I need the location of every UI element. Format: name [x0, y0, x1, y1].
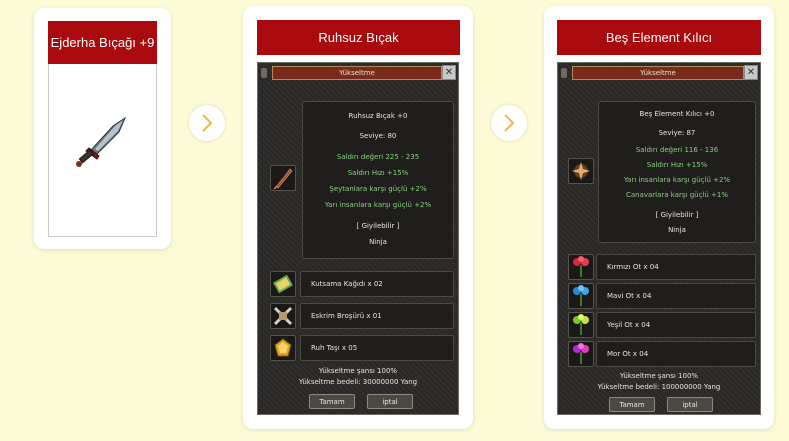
- ok-button[interactable]: Tamam: [609, 397, 655, 412]
- source-item-frame: [48, 64, 157, 237]
- fencing-pamphlet-icon: [273, 306, 293, 326]
- cancel-button[interactable]: iptal: [367, 394, 413, 409]
- material-row: Kırmızı Ot x 04: [596, 254, 756, 280]
- purple-herb-icon: [573, 343, 589, 364]
- item-attack: Saldırı değeri 225 - 235: [336, 153, 420, 161]
- blessing-scroll-icon: [273, 274, 293, 294]
- item-bonus-1: Yarı insanlara karşı güçlü +2%: [623, 176, 731, 184]
- upgrade-window: Yükseltme ✕ Beş Element Kılıcı +0 Seviye…: [557, 62, 761, 415]
- material-row: Mor Ot x 04: [596, 341, 756, 367]
- upgrade-card-bes-element: Beş Element Kılıcı Yükseltme ✕ Beş Eleme…: [544, 6, 774, 429]
- upgrade-card-title: Beş Element Kılıcı: [557, 20, 761, 55]
- red-herb-icon: [573, 256, 589, 277]
- cancel-button[interactable]: iptal: [667, 397, 713, 412]
- item-speed: Saldırı Hızı +15%: [347, 169, 409, 177]
- upgrade-chance: Yükseltme şansı 100%: [619, 372, 699, 380]
- material-slot: [568, 341, 594, 367]
- item-info-box: Ruhsuz Bıçak +0 Seviye: 80 Saldırı değer…: [302, 101, 454, 259]
- material-row: Ruh Taşı x 05: [300, 335, 454, 361]
- pin-icon: [261, 68, 267, 78]
- material-slot: [270, 303, 296, 329]
- result-item-slot: [270, 165, 296, 191]
- item-class: Ninja: [369, 238, 387, 246]
- window-titlebar[interactable]: Yükseltme: [272, 66, 442, 80]
- item-name: Beş Element Kılıcı +0: [639, 110, 715, 118]
- item-class: Ninja: [668, 226, 686, 234]
- upgrade-cost: Yükseltme bedeli: 30000000 Yang: [298, 378, 418, 386]
- item-bonus-1: Şeytanlara karşı güçlü +2%: [329, 185, 427, 193]
- upgrade-window: Yükseltme ✕ Ruhsuz Bıçak +0 Seviye: 80 S…: [257, 62, 459, 415]
- result-item-slot: [568, 158, 594, 184]
- next-step-arrow[interactable]: [491, 105, 527, 141]
- dagger-icon: [76, 116, 127, 167]
- blue-herb-icon: [573, 285, 589, 306]
- item-attack: Saldırı değeri 116 - 136: [635, 146, 719, 154]
- close-button[interactable]: ✕: [442, 65, 456, 80]
- item-wearable: [ Giyilebilir ]: [655, 211, 699, 219]
- material-row: Kutsama Kağıdı x 02: [300, 271, 454, 297]
- material-slot: [568, 254, 594, 280]
- upgrade-card-title: Ruhsuz Bıçak: [257, 20, 460, 55]
- item-info-box: Beş Element Kılıcı +0 Seviye: 87 Saldırı…: [598, 101, 756, 243]
- green-herb-icon: [573, 314, 589, 335]
- chevron-right-icon: [504, 114, 515, 132]
- ok-button[interactable]: Tamam: [309, 394, 355, 409]
- spirit-stone-icon: [274, 338, 292, 357]
- upgrade-card-ruhsuz: Ruhsuz Bıçak Yükseltme ✕ Ruhsuz Bıçak +0…: [243, 6, 473, 429]
- material-slot: [270, 335, 296, 361]
- window-titlebar[interactable]: Yükseltme: [572, 66, 744, 80]
- item-name: Ruhsuz Bıçak +0: [348, 112, 408, 120]
- chevron-right-icon: [202, 114, 213, 132]
- material-slot: [270, 271, 296, 297]
- upgrade-chance: Yükseltme şansı 100%: [318, 367, 398, 375]
- material-slot: [568, 283, 594, 309]
- upgrade-cost: Yükseltme bedeli: 100000000 Yang: [597, 383, 721, 391]
- source-item-title: Ejderha Bıçağı +9: [48, 21, 157, 64]
- pin-icon: [561, 68, 567, 78]
- material-row: Eskrim Broşürü x 01: [300, 303, 454, 329]
- next-step-arrow[interactable]: [189, 105, 225, 141]
- item-wearable: [ Giyilebilir ]: [356, 222, 400, 230]
- blade-icon: [273, 168, 293, 190]
- five-element-sword-icon: [572, 162, 590, 180]
- close-button[interactable]: ✕: [744, 65, 758, 80]
- material-slot: [568, 312, 594, 338]
- item-level: Seviye: 80: [359, 132, 397, 140]
- source-item-card: Ejderha Bıçağı +9: [34, 8, 171, 249]
- item-bonus-2: Yarı insanlara karşı güçlü +2%: [324, 201, 432, 209]
- material-row: Mavi Ot x 04: [596, 283, 756, 309]
- item-level: Seviye: 87: [658, 129, 696, 137]
- item-bonus-2: Canavarlara karşı güçlü +1%: [625, 191, 729, 199]
- material-row: Yeşil Ot x 04: [596, 312, 756, 338]
- item-speed: Saldırı Hızı +15%: [646, 161, 708, 169]
